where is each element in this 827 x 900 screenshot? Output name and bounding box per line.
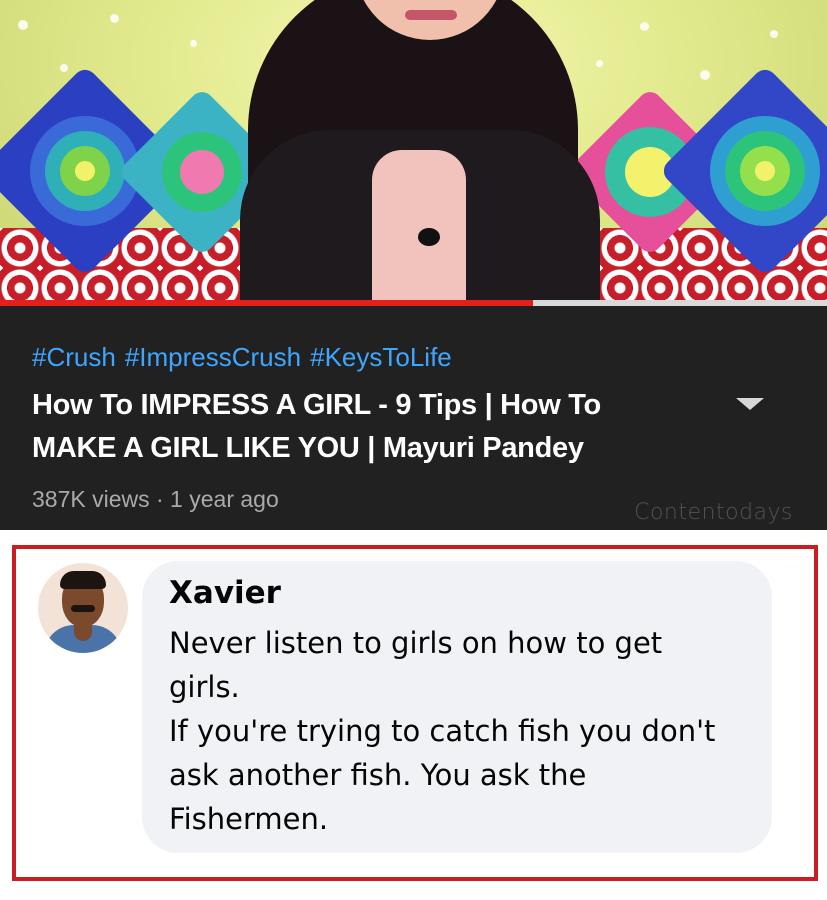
lapel-mic bbox=[418, 228, 440, 246]
hashtag-list: #Crush #ImpressCrush #KeysToLife bbox=[32, 342, 461, 373]
video-title[interactable]: How To IMPRESS A GIRL - 9 Tips | How To … bbox=[32, 384, 692, 470]
hashtag-link[interactable]: #ImpressCrush bbox=[125, 342, 301, 372]
video-info-panel: #Crush #ImpressCrush #KeysToLife How To IM… bbox=[0, 306, 827, 530]
light-bokeh bbox=[640, 22, 649, 31]
comment-highlight-box: Xavier Never listen to girls on how to g… bbox=[12, 545, 818, 881]
light-bokeh bbox=[700, 70, 710, 80]
hashtag-link[interactable]: #KeysToLife bbox=[310, 342, 452, 372]
light-bokeh bbox=[190, 40, 197, 47]
light-bokeh bbox=[770, 30, 778, 38]
video-meta: 387K views · 1 year ago bbox=[32, 486, 279, 512]
comment-line: If you're trying to catch fish you don't bbox=[169, 714, 716, 748]
person-lips bbox=[405, 10, 457, 20]
comment-line: Never listen to girls on how to get bbox=[169, 626, 663, 660]
comment-bubble: Xavier Never listen to girls on how to g… bbox=[142, 561, 772, 853]
comment-author[interactable]: Xavier bbox=[169, 575, 281, 611]
comment-text: Never listen to girls on how to get girl… bbox=[169, 621, 729, 841]
watermark: Contentodays bbox=[634, 500, 793, 525]
hashtag-link[interactable]: #Crush bbox=[32, 342, 116, 372]
person-top bbox=[372, 150, 466, 306]
comment-line: Fishermen. bbox=[169, 802, 329, 836]
light-bokeh bbox=[18, 20, 28, 30]
light-bokeh bbox=[110, 14, 119, 23]
avatar[interactable] bbox=[38, 563, 128, 653]
light-bokeh bbox=[60, 64, 68, 72]
light-bokeh bbox=[596, 60, 603, 67]
comment-line: girls. bbox=[169, 670, 240, 704]
video-thumbnail[interactable] bbox=[0, 0, 827, 306]
comment-line: ask another fish. You ask the bbox=[169, 758, 587, 792]
chevron-down-icon[interactable] bbox=[736, 398, 764, 410]
